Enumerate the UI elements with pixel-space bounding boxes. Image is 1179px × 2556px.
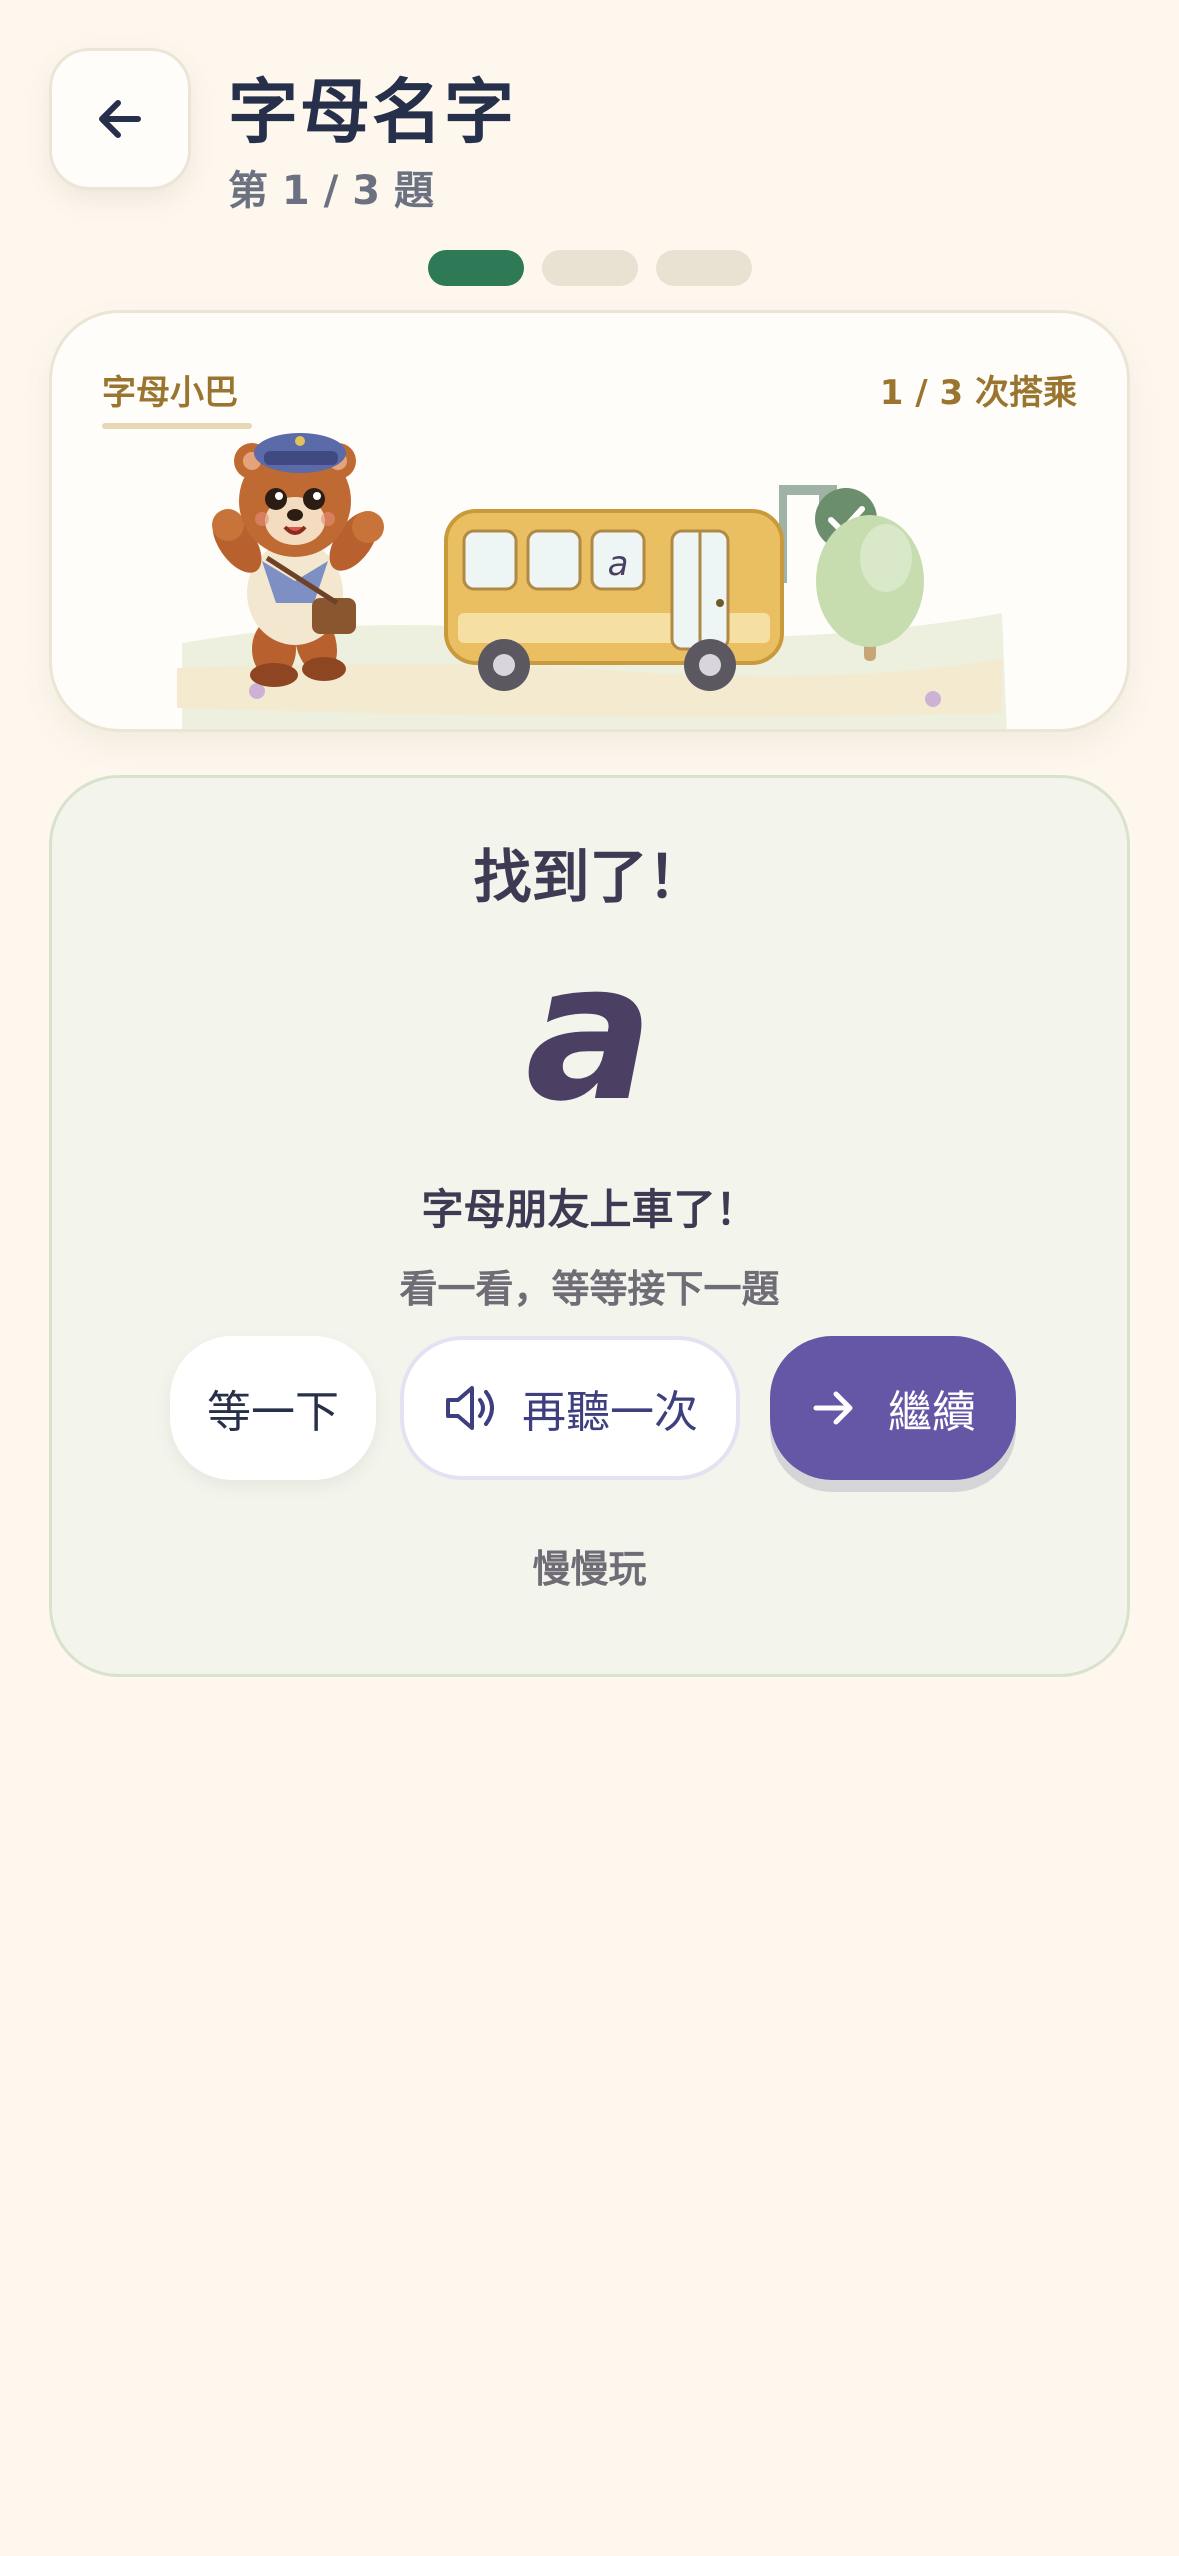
wait-button-label: 等一下 — [207, 1387, 339, 1438]
result-letter: a — [525, 922, 654, 1143]
result-card: 找到了！ a 字母朋友上車了！ 看一看，等等接下一題 等一下 再聽一次 繼續 慢… — [49, 775, 1130, 1677]
progress-dot-1 — [428, 250, 524, 286]
result-message: 字母朋友上車了！ — [421, 1185, 758, 1234]
page-title: 字母名字 — [228, 71, 516, 153]
arrow-left-icon — [99, 100, 141, 138]
result-hint: 看一看，等等接下一題 — [399, 1267, 780, 1311]
back-button[interactable] — [49, 48, 191, 190]
wait-button[interactable]: 等一下 — [170, 1336, 376, 1480]
bus-icon: a — [444, 509, 784, 691]
bus-scene-card: a 字母小巴 1 / 3 次搭乘 — [49, 310, 1130, 732]
arrow-right-icon — [810, 1384, 858, 1432]
progress-dot-2 — [542, 250, 638, 286]
replay-audio-button[interactable]: 再聽一次 — [400, 1336, 740, 1480]
result-heading: 找到了！ — [473, 843, 706, 911]
slow-play-link[interactable]: 慢慢玩 — [52, 1538, 1127, 1593]
scene-label-underline — [102, 423, 252, 429]
speaker-icon — [442, 1382, 498, 1434]
ride-counter: 1 / 3 次搭乘 — [879, 373, 1077, 413]
scene-label: 字母小巴 — [102, 373, 238, 413]
progress-dot-3 — [656, 250, 752, 286]
continue-button[interactable]: 繼續 — [770, 1336, 1016, 1480]
continue-button-label: 繼續 — [888, 1387, 976, 1438]
bus-window-letter: a — [608, 544, 629, 584]
question-counter: 第 1 / 3 題 — [228, 168, 434, 214]
replay-button-label: 再聽一次 — [522, 1387, 698, 1438]
progress-indicator — [428, 250, 752, 286]
